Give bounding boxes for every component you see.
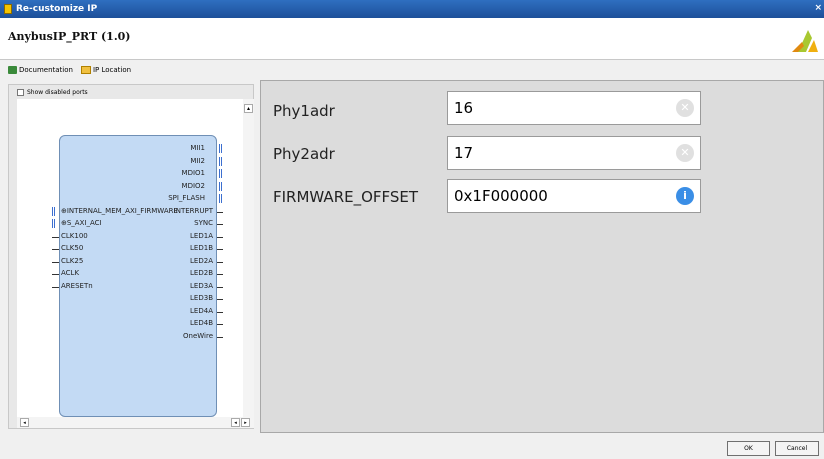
phy2adr-field[interactable]: 17 ✕ bbox=[447, 136, 701, 170]
port-mii2[interactable]: MII2 bbox=[190, 157, 205, 165]
port-led3a[interactable]: LED3A bbox=[190, 282, 213, 290]
port-pin bbox=[217, 211, 223, 213]
port-pin bbox=[217, 286, 223, 288]
port-s_axi_aci[interactable]: ⊕S_AXI_ACI bbox=[61, 219, 102, 227]
ok-button[interactable]: OK bbox=[727, 441, 770, 456]
port-pin bbox=[217, 311, 223, 313]
app-icon bbox=[4, 4, 12, 14]
symbol-panel: Show disabled ports MII1 MII2 MDIO1 MDIO2 SP… bbox=[8, 84, 254, 429]
scroll-up-icon[interactable]: ▴ bbox=[244, 104, 253, 113]
port-onewire[interactable]: OneWire bbox=[183, 332, 213, 340]
param-label-phy2adr: Phy2adr bbox=[273, 145, 335, 163]
port-pin bbox=[52, 286, 59, 288]
ip-symbol-canvas: MII1 MII2 MDIO1 MDIO2 SPI_FLASH INTERRUPT SYNC… bbox=[17, 99, 243, 417]
toolbar: Documentation IP Location bbox=[0, 60, 824, 80]
bus-port-icon bbox=[219, 194, 222, 203]
port-clk25[interactable]: CLK25 bbox=[61, 257, 83, 265]
port-pin bbox=[217, 236, 223, 238]
documentation-label: Documentation bbox=[19, 66, 73, 74]
param-label-firmware-offset: FIRMWARE_OFFSET bbox=[273, 188, 419, 206]
bus-port-icon bbox=[219, 156, 222, 166]
port-led2a[interactable]: LED2A bbox=[190, 257, 213, 265]
scroll-left-icon[interactable]: ◂ bbox=[20, 418, 29, 427]
ip-name: AnybusIP_PRT (1.0) bbox=[8, 30, 131, 43]
cancel-button[interactable]: Cancel bbox=[775, 441, 819, 456]
window-title: Re-customize IP bbox=[16, 4, 98, 14]
firmware-offset-field[interactable]: 0x1F000000 i bbox=[447, 179, 701, 213]
port-led2b[interactable]: LED2B bbox=[190, 269, 213, 277]
port-pin bbox=[52, 274, 59, 275]
scroll-right-icon[interactable]: ▸ bbox=[241, 418, 250, 427]
port-pin bbox=[217, 224, 223, 225]
port-led4b[interactable]: LED4B bbox=[190, 319, 213, 327]
parameters-panel: Phy1adr 16 ✕ Phy2adr 17 ✕ FIRMWARE_OFFSE… bbox=[260, 80, 824, 433]
port-pin bbox=[217, 299, 223, 300]
port-led4a[interactable]: LED4A bbox=[190, 307, 213, 315]
bus-port-icon bbox=[52, 206, 55, 216]
port-internal_mem_axi_firmware[interactable]: ⊕INTERNAL_MEM_AXI_FIRMWARE bbox=[61, 207, 178, 215]
phy1adr-value: 16 bbox=[454, 99, 474, 117]
bus-port-icon bbox=[219, 169, 222, 178]
port-pin bbox=[217, 274, 223, 275]
port-sync[interactable]: SYNC bbox=[194, 219, 213, 227]
button-bar: OK Cancel bbox=[0, 433, 824, 459]
port-aresetn[interactable]: ARESETn bbox=[61, 282, 93, 290]
port-aclk[interactable]: ACLK bbox=[61, 269, 79, 277]
firmware-offset-value: 0x1F000000 bbox=[454, 187, 548, 205]
port-pin bbox=[217, 249, 223, 250]
port-led1b[interactable]: LED1B bbox=[190, 244, 213, 252]
clear-icon[interactable]: ✕ bbox=[676, 144, 694, 162]
port-pin bbox=[217, 261, 223, 263]
port-clk50[interactable]: CLK50 bbox=[61, 244, 83, 252]
port-mii1[interactable]: MII1 bbox=[190, 144, 205, 152]
phy2adr-value: 17 bbox=[454, 144, 474, 162]
bus-port-icon bbox=[52, 219, 55, 228]
port-clk100[interactable]: CLK100 bbox=[61, 232, 88, 240]
port-pin bbox=[217, 336, 223, 338]
port-mdio1[interactable]: MDIO1 bbox=[182, 169, 205, 177]
param-label-phy1adr: Phy1adr bbox=[273, 102, 335, 120]
port-pin bbox=[52, 261, 59, 263]
title-bar: Re-customize IP × bbox=[0, 0, 824, 18]
documentation-button[interactable]: Documentation bbox=[8, 66, 73, 74]
vertical-scrollbar[interactable]: ▴ bbox=[243, 99, 254, 417]
show-disabled-ports-label: Show disabled ports bbox=[27, 89, 88, 96]
port-pin bbox=[217, 324, 223, 325]
bus-port-icon bbox=[219, 144, 222, 153]
clear-icon[interactable]: ✕ bbox=[676, 99, 694, 117]
port-led3b[interactable]: LED3B bbox=[190, 294, 213, 302]
ip-location-button[interactable]: IP Location bbox=[80, 66, 132, 74]
port-pin bbox=[52, 249, 59, 250]
show-disabled-ports-checkbox[interactable] bbox=[17, 89, 24, 96]
port-pin bbox=[52, 236, 59, 238]
port-mdio2[interactable]: MDIO2 bbox=[182, 182, 205, 190]
port-spi_flash[interactable]: SPI_FLASH bbox=[168, 194, 205, 202]
horizontal-scrollbar[interactable]: ◂ ◂ ▸ bbox=[17, 417, 254, 428]
xilinx-logo-icon bbox=[792, 30, 818, 52]
book-icon bbox=[8, 66, 17, 74]
folder-icon bbox=[80, 66, 91, 74]
phy1adr-field[interactable]: 16 ✕ bbox=[447, 91, 701, 125]
header: AnybusIP_PRT (1.0) bbox=[0, 18, 824, 60]
bus-port-icon bbox=[219, 181, 222, 191]
close-button[interactable]: × bbox=[814, 3, 822, 13]
ip-location-label: IP Location bbox=[92, 66, 132, 74]
scroll-left-icon[interactable]: ◂ bbox=[231, 418, 240, 427]
port-interrupt[interactable]: INTERRUPT bbox=[174, 207, 213, 215]
show-disabled-ports-option[interactable]: Show disabled ports bbox=[17, 89, 88, 96]
info-icon[interactable]: i bbox=[676, 187, 694, 205]
port-led1a[interactable]: LED1A bbox=[190, 232, 213, 240]
